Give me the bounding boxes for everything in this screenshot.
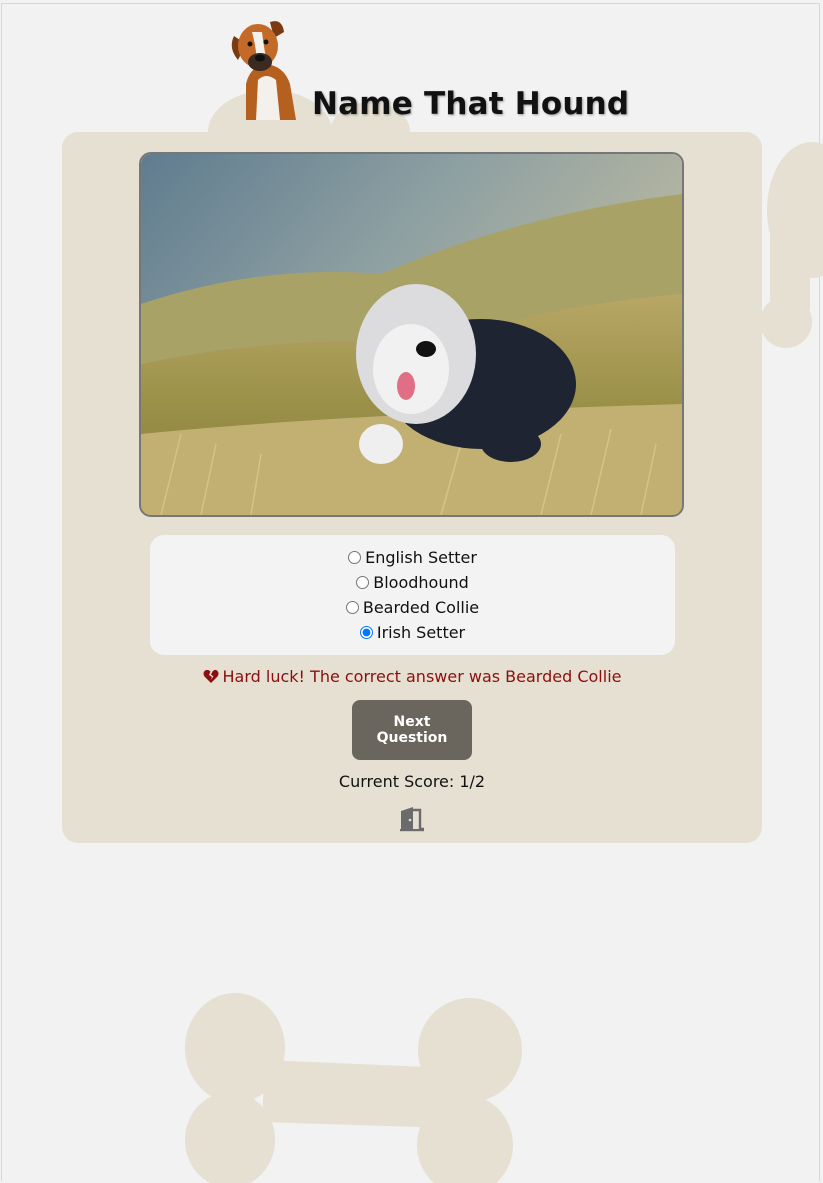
radio-bearded-collie[interactable] (345, 601, 359, 614)
answer-feedback: Hard luck! The correct answer was Bearde… (62, 667, 762, 688)
answer-options: English Setter Bloodhound Bearded Collie… (150, 535, 675, 655)
option-irish-setter[interactable]: Irish Setter (150, 620, 675, 645)
option-bloodhound[interactable]: Bloodhound (150, 570, 675, 595)
header: Name That Hound (0, 12, 823, 124)
boxer-dog-logo[interactable] (224, 14, 306, 120)
radio-english-setter[interactable] (348, 551, 362, 564)
feedback-text: Hard luck! The correct answer was Bearde… (222, 667, 622, 686)
door-exit-icon[interactable] (398, 805, 426, 833)
site-title: Name That Hound (312, 86, 630, 122)
current-score: Current Score: 1/2 (338, 772, 486, 791)
option-label: Bloodhound (373, 573, 469, 592)
radio-bloodhound[interactable] (356, 576, 370, 589)
option-english-setter[interactable]: English Setter (150, 545, 675, 570)
broken-heart-icon (203, 669, 219, 688)
dog-photo (139, 152, 684, 517)
option-label: English Setter (365, 548, 477, 567)
option-label: Irish Setter (376, 623, 466, 642)
radio-irish-setter[interactable] (359, 626, 373, 639)
option-bearded-collie[interactable]: Bearded Collie (150, 595, 675, 620)
next-question-button[interactable]: Next Question (352, 700, 472, 760)
option-label: Bearded Collie (362, 598, 480, 617)
quiz-card: English Setter Bloodhound Bearded Collie… (62, 132, 762, 843)
